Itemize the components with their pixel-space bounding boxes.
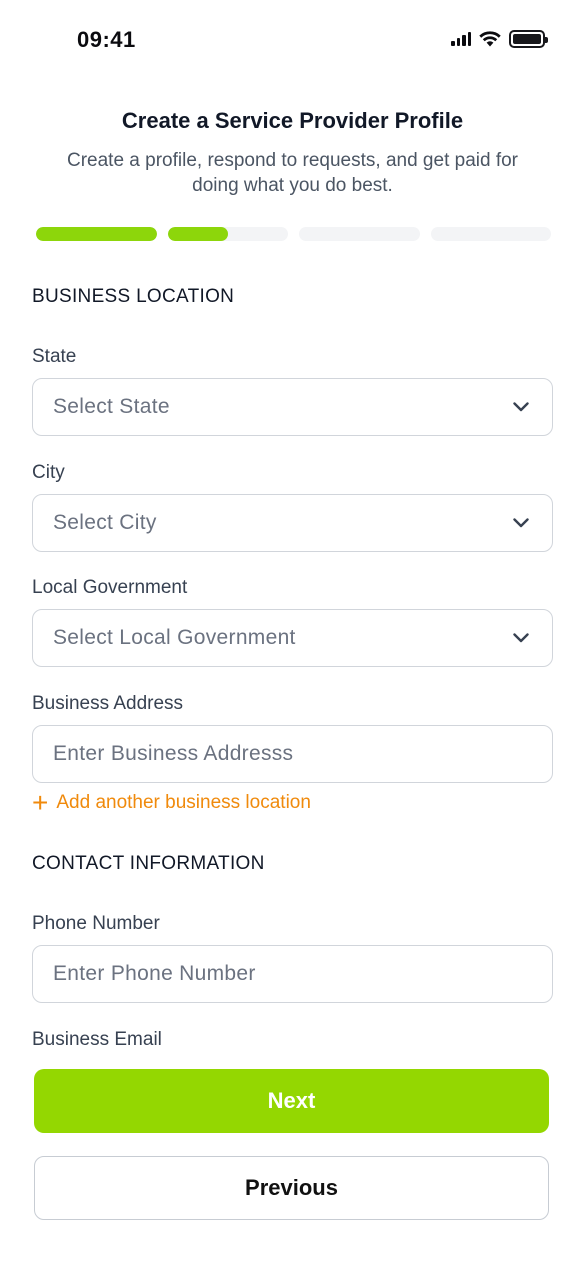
business-address-label: Business Address (32, 693, 184, 714)
wifi-icon (479, 31, 501, 47)
state-select[interactable]: Select State (32, 378, 553, 436)
local-government-select-placeholder: Select Local Government (53, 626, 296, 649)
business-address-input[interactable] (53, 742, 532, 766)
chevron-down-icon (510, 512, 532, 534)
status-time: 09:41 (77, 27, 136, 52)
cellular-signal-icon (451, 32, 471, 46)
business-location-heading: BUSINESS LOCATION (32, 286, 235, 307)
state-label: State (32, 346, 77, 367)
contact-information-heading: CONTACT INFORMATION (32, 853, 265, 874)
next-button[interactable]: Next (34, 1069, 549, 1133)
city-select[interactable]: Select City (32, 494, 553, 552)
progress-step-4 (430, 227, 551, 241)
page-title: Create a Service Provider Profile (121, 108, 464, 133)
city-label: City (32, 462, 65, 483)
phone-number-input[interactable] (53, 962, 532, 986)
add-business-location-label: Add another business location (56, 792, 311, 813)
status-icons (451, 30, 548, 48)
plus-icon: + (32, 787, 49, 818)
battery-icon (509, 30, 548, 48)
status-bar: 09:41 (0, 0, 585, 82)
local-government-select[interactable]: Select Local Government (32, 609, 553, 667)
add-business-location-link[interactable]: + Add another business location (32, 787, 311, 818)
chevron-down-icon (510, 627, 532, 649)
state-select-placeholder: Select State (53, 395, 170, 418)
chevron-down-icon (510, 396, 532, 418)
city-select-placeholder: Select City (53, 511, 157, 534)
business-email-label: Business Email (32, 1029, 162, 1050)
progress-step-3 (299, 227, 420, 241)
progress-step-2 (167, 227, 288, 241)
phone-number-label: Phone Number (32, 913, 160, 934)
phone-number-field (32, 945, 553, 1003)
business-address-field (32, 725, 553, 783)
step-progress (36, 227, 551, 241)
local-government-label: Local Government (32, 577, 188, 598)
progress-step-1 (36, 227, 157, 241)
previous-button[interactable]: Previous (34, 1156, 549, 1220)
page-subtitle: Create a profile, respond to requests, a… (67, 150, 518, 196)
